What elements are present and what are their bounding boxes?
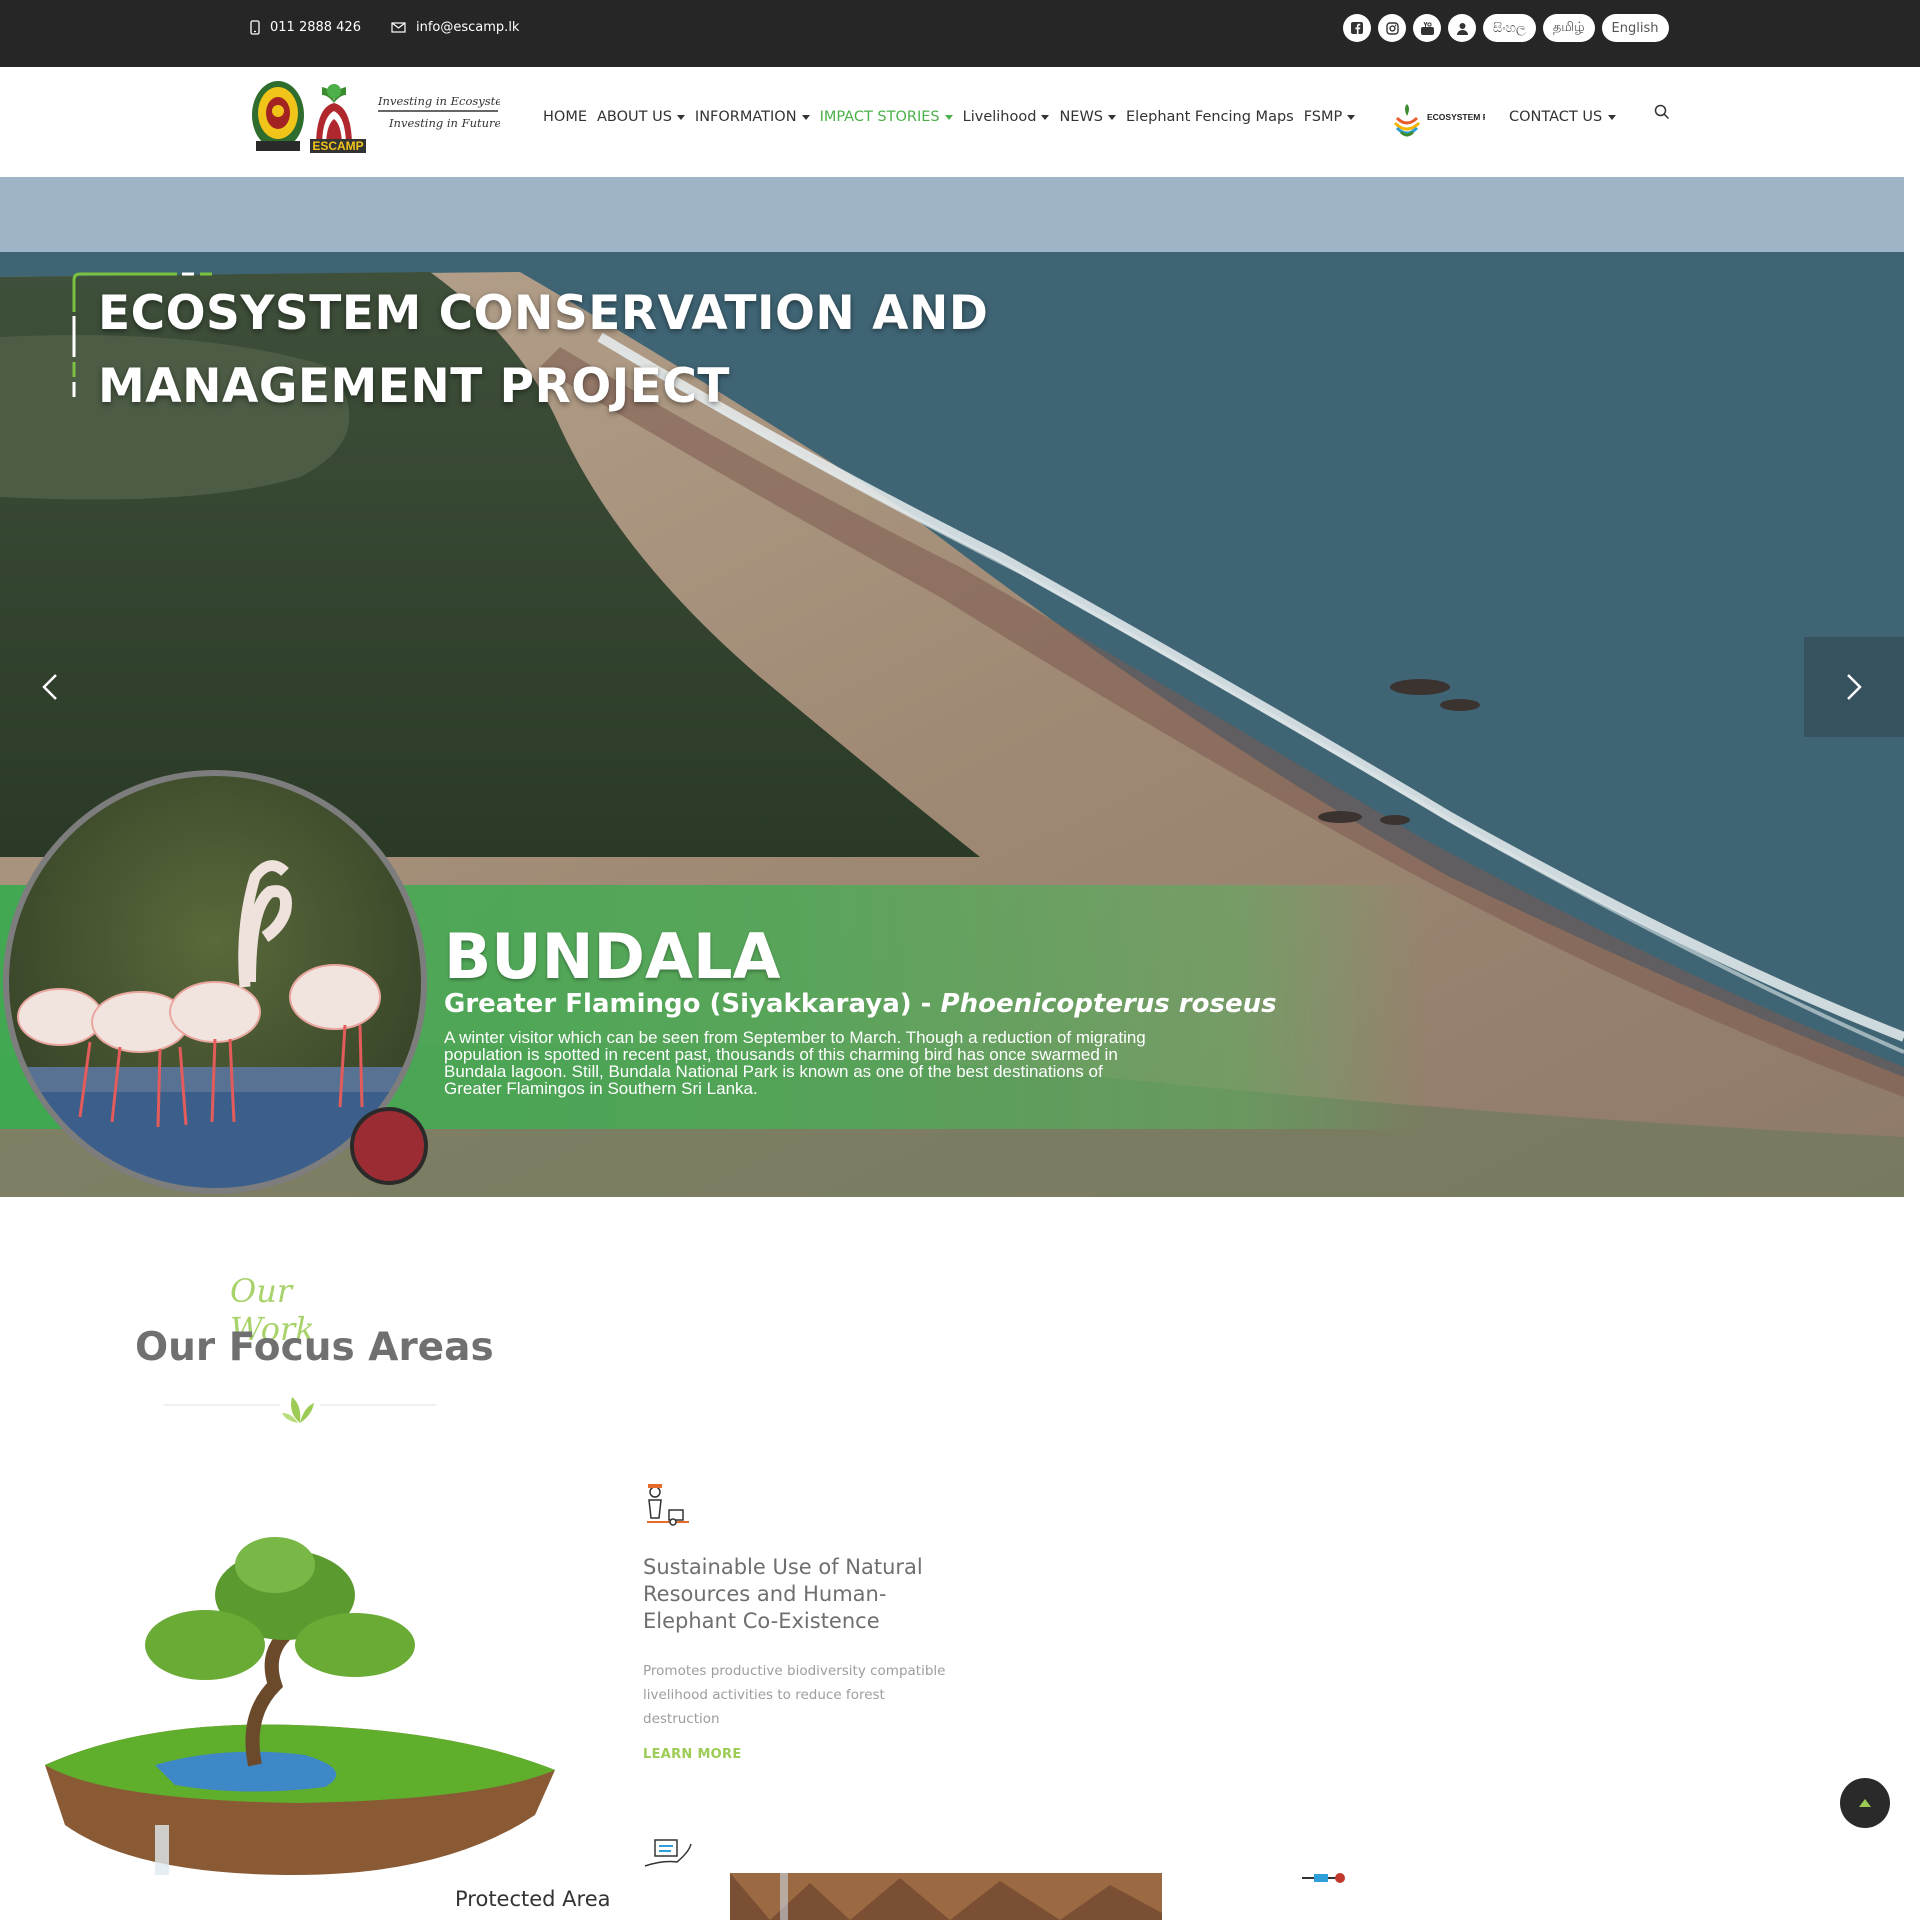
language-tamil[interactable]: தமிழ் [1542, 14, 1595, 42]
chevron-down-icon [1108, 114, 1117, 120]
scroll-to-top-button[interactable] [1840, 1778, 1890, 1828]
phone-contact[interactable]: 011 2888 426 [250, 17, 361, 37]
floating-island-image [45, 1537, 555, 1875]
nav-news-label: NEWS [1059, 109, 1104, 125]
slide-description-line: Bundala lagoon. Still, Bundala National … [444, 1062, 1103, 1081]
chevron-down-icon [801, 114, 810, 120]
mail-icon [391, 21, 406, 33]
nav-elephant-fencing-maps[interactable]: Elephant Fencing Maps [1126, 109, 1294, 125]
caret-up-icon [1859, 1799, 1871, 1807]
nav-fencing-label: Elephant Fencing Maps [1126, 109, 1294, 125]
leaf-divider-icon [164, 1397, 436, 1423]
nav-livelihood-label: Livelihood [962, 109, 1037, 125]
user-icon[interactable] [1448, 14, 1476, 42]
top-bar: 011 2888 426 info@escamp.lk සිංහල தமிழ் … [0, 0, 1920, 67]
chevron-left-icon [42, 674, 57, 700]
hero-title-line-1: ECOSYSTEM CONSERVATION AND [98, 286, 989, 341]
logo-brand: ESCAMP [312, 139, 363, 153]
hero-slider: ECOSYSTEM CONSERVATION AND MANAGEMENT PR… [0, 177, 1904, 1197]
nav-livelihood[interactable]: Livelihood [963, 109, 1050, 125]
nav-fsmp[interactable]: FSMP [1304, 109, 1356, 125]
tools-icon [1302, 1873, 1345, 1883]
nav-about-label: ABOUT US [597, 109, 672, 125]
chevron-down-icon [944, 114, 953, 120]
facebook-icon[interactable] [1343, 14, 1371, 42]
logo-tagline-2: Investing in Future [388, 116, 500, 130]
nav-about-us[interactable]: ABOUT US [597, 109, 685, 125]
focus-card-description: Promotes productive biodiversity compati… [643, 1663, 946, 1727]
email-contact[interactable]: info@escamp.lk [391, 17, 519, 37]
focus-card-sustainable-use: Sustainable Use of Natural Resources and… [643, 1480, 963, 1762]
main-nav: HOME ABOUT US INFORMATION IMPACT STORIES… [543, 109, 1365, 125]
slide-description-line: population is spotted in recent past, th… [444, 1045, 1118, 1064]
nav-news[interactable]: NEWS [1059, 109, 1117, 125]
escamp-logo[interactable]: ESCAMP Investing in Ecosystem Investing … [250, 77, 513, 155]
nav-fsmp-label: FSMP [1303, 109, 1343, 125]
nav-home[interactable]: HOME [543, 109, 587, 125]
species-scientific-name: Phoenicopterus roseus [940, 989, 1277, 1019]
section-title: Our Focus Areas [135, 1325, 494, 1370]
slide-species-name: Greater Flamingo (Siyakkaraya) - Phoenic… [444, 987, 1277, 1021]
nav-impact-label: IMPACT STORIES [819, 109, 940, 125]
nav-impact-stories[interactable]: IMPACT STORIES [820, 109, 953, 125]
document-hand-icon [644, 1839, 692, 1867]
slider-next-button[interactable] [1804, 637, 1904, 737]
nav-contact-us[interactable]: CONTACT US [1509, 109, 1617, 125]
chevron-down-icon [1347, 114, 1356, 120]
focus-card-2-title: Protected Area [455, 1887, 611, 1911]
nav-information[interactable]: INFORMATION [695, 109, 810, 125]
chevron-down-icon [1608, 114, 1617, 120]
slide-indicator-dot[interactable] [350, 1107, 428, 1185]
email-address: info@escamp.lk [416, 19, 520, 35]
nav-information-label: INFORMATION [694, 109, 797, 125]
youtube-icon[interactable] [1413, 14, 1441, 42]
slide-description: A winter visitor which can be seen from … [444, 1029, 1204, 1097]
logo-tagline-1: Investing in Ecosystem [377, 94, 500, 108]
phone-number: 011 2888 426 [270, 19, 361, 35]
slide-description-line: A winter visitor which can be seen from … [444, 1028, 1146, 1047]
slider-prev-button[interactable] [0, 637, 100, 737]
nav-home-label: HOME [543, 109, 587, 125]
social-links: සිංහල தமிழ் English [1343, 14, 1669, 42]
focus-card-title: Sustainable Use of Natural Resources and… [643, 1555, 923, 1633]
site-header: ESCAMP Investing in Ecosystem Investing … [0, 67, 1920, 177]
search-icon[interactable] [1654, 104, 1670, 124]
phone-icon [250, 19, 260, 35]
slide-location-title: BUNDALA [444, 920, 781, 993]
nav-contact-label: CONTACT US [1509, 109, 1603, 125]
slide-description-line: Greater Flamingos in Southern Sri Lanka. [444, 1079, 758, 1098]
chevron-down-icon [676, 114, 685, 120]
hero-title: ECOSYSTEM CONSERVATION AND MANAGEMENT PR… [98, 277, 988, 423]
hero-title-line-2: MANAGEMENT PROJECT [98, 359, 730, 414]
farmer-icon [647, 1484, 689, 1526]
instagram-icon[interactable] [1378, 14, 1406, 42]
language-english[interactable]: English [1601, 14, 1669, 42]
er-logo-text: ECOSYSTEM RESTORATION [1427, 112, 1485, 122]
species-common-name: Greater Flamingo (Siyakkaraya) - [444, 989, 941, 1019]
ecosystem-restoration-logo[interactable]: ECOSYSTEM RESTORATION [1393, 104, 1544, 138]
chevron-right-icon [1847, 674, 1862, 700]
chevron-down-icon [1041, 114, 1050, 120]
learn-more-link[interactable]: LEARN MORE [643, 1747, 963, 1762]
canyon-island-image [730, 1873, 1162, 1920]
language-sinhala[interactable]: සිංහල [1483, 14, 1536, 42]
